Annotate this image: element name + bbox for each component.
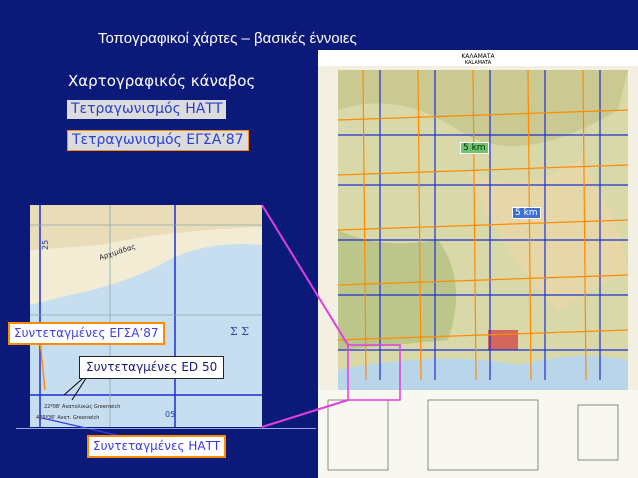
terrain-area (338, 230, 456, 350)
km-label-hatt: 5 km (512, 207, 541, 219)
inset-sea-label: Σ Σ (230, 325, 249, 338)
topographic-map: ΚΑΛΑΜΑΤΑ KALAMATA (318, 50, 638, 478)
map-sheet-name-latin: KALAMATA (465, 60, 492, 66)
map-inset: Αρχιμάδας Σ Σ 05 25 22º08' Ανατολικώς Gr… (30, 205, 262, 427)
divider-line (16, 428, 316, 429)
coord-hatt-label: Συντεταγμένες ΗΑΤΤ (87, 435, 227, 458)
egsa-grid-label: Τετραγωνισμός ΕΓΣΑ’87 (67, 130, 249, 151)
coord-ed50-label: Συντεταγμένες ED 50 (79, 356, 225, 379)
coord-egsa-label: Συντεταγμένες ΕΓΣΑ’87 (8, 322, 165, 345)
inset-greenwich-2: 435º36' Ανατ. Greenwich (36, 415, 99, 421)
inset-greenwich-1: 22º08' Ανατολικώς Greenwich (44, 403, 120, 410)
slide-title: Τοπογραφικοί χάρτες – βασικές έννοιες (98, 30, 357, 47)
slide: Τοπογραφικοί χάρτες – βασικές έννοιες Χα… (0, 0, 638, 478)
hatt-grid-label: Τετραγωνισμός ΗΑΤΤ (67, 100, 227, 119)
inset-coord-bottom: 05 (165, 410, 175, 419)
map-sheet-name: ΚΑΛΑΜΑΤΑ (461, 53, 495, 60)
inset-coord-left: 25 (41, 240, 50, 250)
map-legend (318, 390, 638, 478)
km-label-egsa: 5 km (460, 142, 489, 154)
city-kalamata (488, 330, 518, 350)
slide-subtitle: Χαρτογραφικός κάναβος (68, 72, 256, 90)
